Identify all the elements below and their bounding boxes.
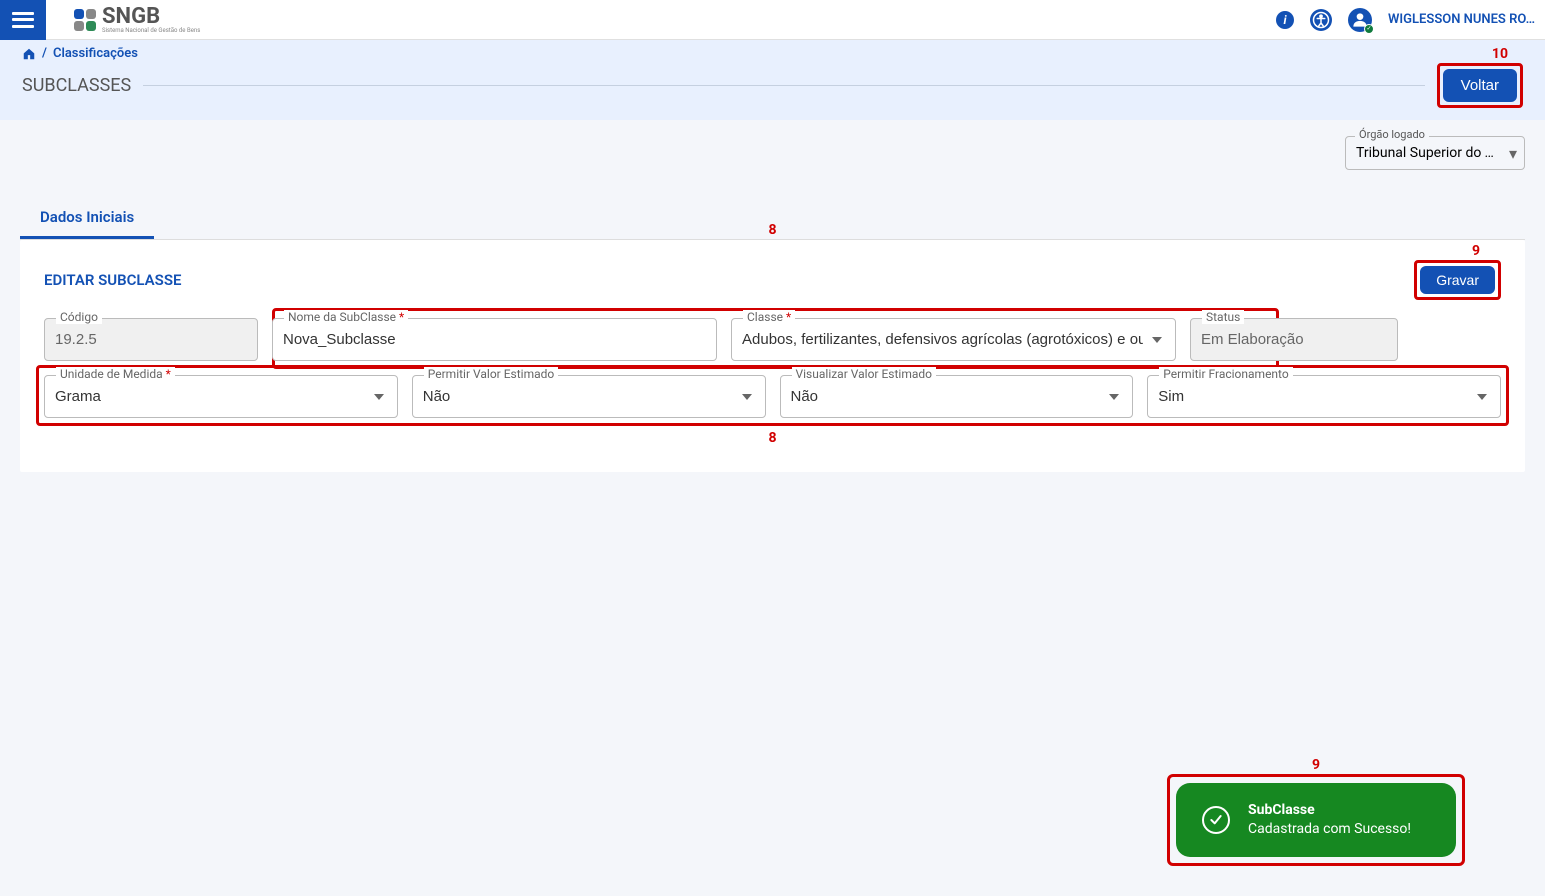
field-visualizar-valor: Visualizar Valor Estimado <box>780 375 1134 418</box>
codigo-label: Código <box>56 310 102 324</box>
user-name-label[interactable]: WIGLESSON NUNES RO… <box>1388 12 1535 27</box>
unidade-select[interactable] <box>44 375 398 418</box>
annotation-9-toast: 9 <box>1312 757 1320 773</box>
field-codigo: Código <box>44 318 258 361</box>
logo-icon <box>74 9 96 31</box>
toast-highlight-annotation: 9 SubClasse Cadastrada com Sucesso! <box>1167 774 1465 866</box>
annotation-8-top: 8 <box>768 222 776 238</box>
field-permitir-frac: Permitir Fracionamento <box>1147 375 1501 418</box>
check-circle-icon <box>1202 806 1230 834</box>
field-unidade: Unidade de Medida * <box>44 375 398 418</box>
permitir-valor-label: Permitir Valor Estimado <box>424 367 558 381</box>
annotation-10: 10 <box>1492 46 1508 62</box>
codigo-input <box>44 318 258 361</box>
sub-header: / Classificações SUBCLASSES 10 Voltar <box>0 40 1545 120</box>
nome-label: Nome da SubClasse * <box>284 310 408 324</box>
logo-text: SNGB Sistema Nacional de Gestão de Bens <box>102 6 200 34</box>
orgao-row: Órgão logado Tribunal Superior do Tra… <box>0 120 1545 178</box>
voltar-button[interactable]: Voltar <box>1443 69 1517 102</box>
home-icon[interactable] <box>22 47 36 61</box>
orgao-select[interactable]: Tribunal Superior do Tra… <box>1345 136 1525 170</box>
field-nome: Nome da SubClasse * <box>272 318 717 361</box>
top-header: SNGB Sistema Nacional de Gestão de Bens … <box>0 0 1545 40</box>
menu-button[interactable] <box>0 0 46 40</box>
header-right: i WIGLESSON NUNES RO… <box>1276 8 1545 32</box>
field-permitir-valor: Permitir Valor Estimado <box>412 375 766 418</box>
toast-message: Cadastrada com Sucesso! <box>1248 820 1411 839</box>
status-input <box>1190 318 1398 361</box>
title-divider <box>143 85 1424 86</box>
user-verified-badge-icon <box>1364 24 1374 34</box>
user-icon[interactable] <box>1348 8 1372 32</box>
logo-area[interactable]: SNGB Sistema Nacional de Gestão de Bens <box>74 6 200 34</box>
title-row: SUBCLASSES 10 Voltar <box>22 63 1523 108</box>
logo-main: SNGB <box>102 6 200 28</box>
toast-title: SubClasse <box>1248 801 1411 820</box>
unidade-label: Unidade de Medida * <box>56 367 175 381</box>
field-status: Status <box>1190 318 1398 361</box>
toast-text: SubClasse Cadastrada com Sucesso! <box>1248 801 1411 839</box>
orgao-label: Órgão logado <box>1355 128 1429 141</box>
voltar-highlight-annotation: 10 Voltar <box>1437 63 1523 108</box>
form-header: EDITAR SUBCLASSE 9 Gravar <box>44 260 1501 300</box>
logo-sub: Sistema Nacional de Gestão de Bens <box>102 28 200 34</box>
page-title: SUBCLASSES <box>22 75 131 96</box>
breadcrumb-sep: / <box>42 46 47 61</box>
permitir-frac-label: Permitir Fracionamento <box>1159 367 1292 381</box>
visualizar-valor-select[interactable] <box>780 375 1134 418</box>
orgao-field: Órgão logado Tribunal Superior do Tra… <box>1345 136 1525 170</box>
visualizar-valor-label: Visualizar Valor Estimado <box>792 367 936 381</box>
gravar-button[interactable]: Gravar <box>1420 266 1495 294</box>
tab-dados-iniciais[interactable]: Dados Iniciais <box>20 198 154 239</box>
annotation-9-gravar: 9 <box>1472 243 1480 259</box>
accessibility-icon[interactable] <box>1310 9 1332 31</box>
classe-select[interactable] <box>731 318 1176 361</box>
success-toast[interactable]: SubClasse Cadastrada com Sucesso! <box>1176 783 1456 857</box>
status-label: Status <box>1202 310 1244 324</box>
annotation-8-bottom: 8 <box>44 430 1501 446</box>
form-card: 8 EDITAR SUBCLASSE 9 Gravar Código Nome … <box>20 240 1525 472</box>
info-icon[interactable]: i <box>1276 11 1294 29</box>
permitir-valor-select[interactable] <box>412 375 766 418</box>
classe-label: Classe * <box>743 310 795 324</box>
gravar-highlight-annotation: 9 Gravar <box>1414 260 1501 300</box>
field-classe: Classe * <box>731 318 1176 361</box>
form-row-2: Unidade de Medida * Permitir Valor Estim… <box>44 375 1501 418</box>
form-row-1: Código Nome da SubClasse * Classe * Stat… <box>44 318 1501 361</box>
hamburger-icon <box>12 12 34 28</box>
permitir-frac-select[interactable] <box>1147 375 1501 418</box>
breadcrumb-current[interactable]: Classificações <box>53 46 138 61</box>
nome-input[interactable] <box>272 318 717 361</box>
form-title: EDITAR SUBCLASSE <box>44 271 181 289</box>
breadcrumb: / Classificações <box>22 46 1523 61</box>
